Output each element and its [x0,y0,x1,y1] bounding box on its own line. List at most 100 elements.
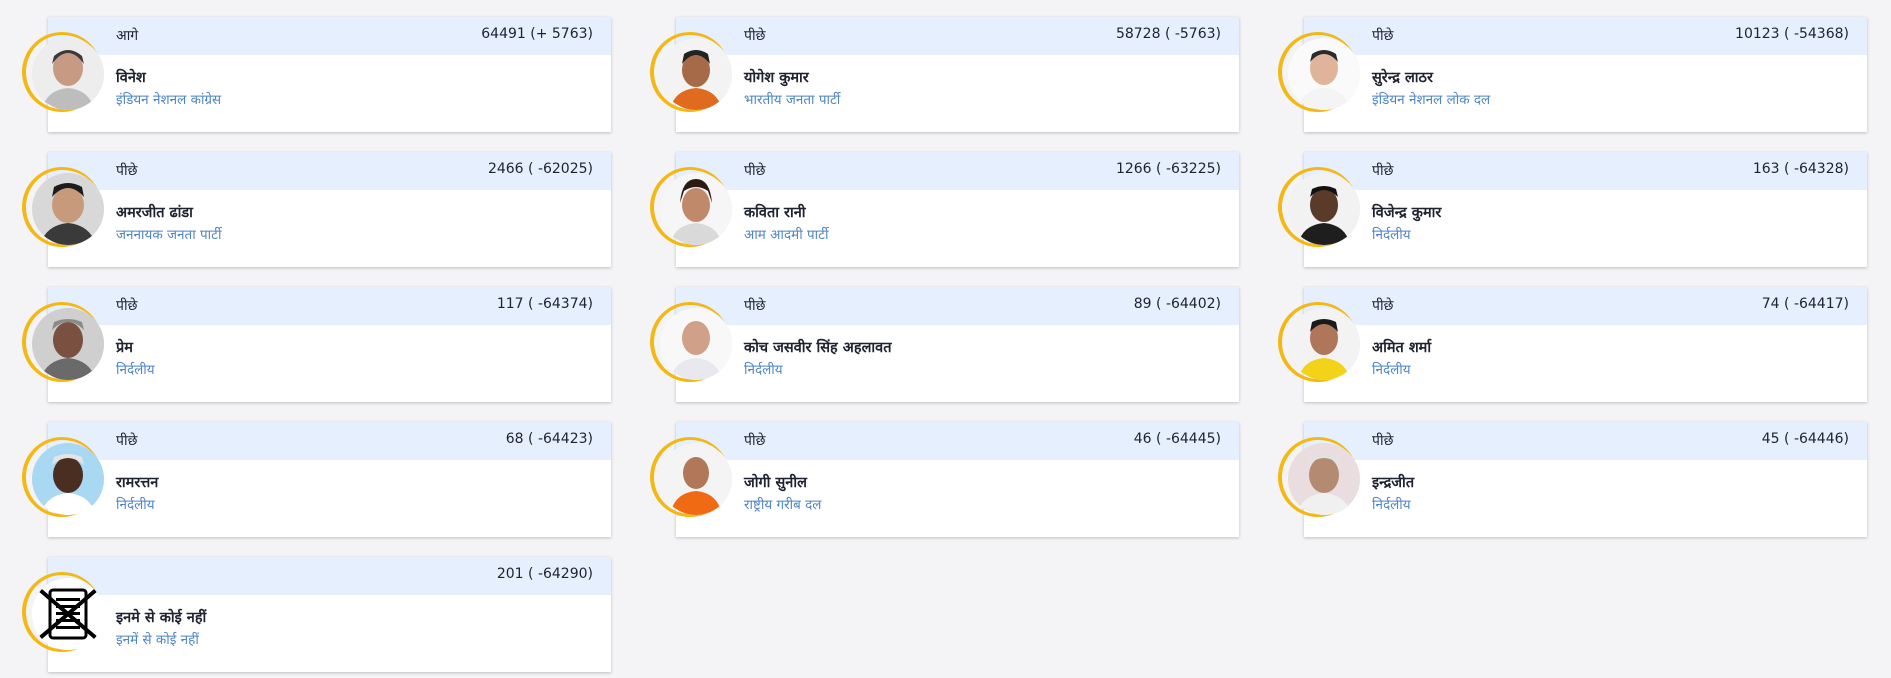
party-name: निर्दलीय [1372,497,1411,513]
candidate-photo [32,308,104,380]
candidate-photo [660,308,732,380]
candidate-photo [660,443,732,515]
candidate-name: सुरेन्द्र लाठर [1372,70,1433,86]
party-name: इंडियन नेशनल कांग्रेस [116,92,222,108]
party-name: राष्ट्रीय गरीब दल [744,497,822,513]
candidate-card[interactable]: पीछे 10123 ( -54368) सुरेन्द्र लाठर इंडि… [1268,17,1867,132]
status-label: पीछे [1372,163,1394,179]
candidate-grid: आगे 64491 (+ 5763) विनेश इंडियन नेशनल का… [0,0,1891,678]
candidate-name: रामरत्तन [116,475,159,491]
candidate-photo [1288,38,1360,110]
candidate-card[interactable]: पीछे 68 ( -64423) रामरत्तन निर्दलीय [12,422,611,537]
avatar-ring [650,167,732,247]
candidate-card[interactable]: आगे 64491 (+ 5763) विनेश इंडियन नेशनल का… [12,17,611,132]
candidate-card[interactable]: पीछे 163 ( -64328) विजेन्द्र कुमार निर्द… [1268,152,1867,267]
candidate-name: विजेन्द्र कुमार [1372,205,1442,221]
candidate-name: जोगी सुनील [744,475,807,491]
status-label: पीछे [1372,433,1394,449]
party-name: इंडियन नेशनल लोक दल [1372,92,1491,108]
status-label: पीछे [744,433,766,449]
candidate-card[interactable]: पीछे 117 ( -64374) प्रेम निर्दलीय [12,287,611,402]
candidate-photo [1288,443,1360,515]
candidate-name: योगेश कुमार [744,70,809,86]
card-body: पीछे 89 ( -64402) कोच जसवीर सिंह अहलावत … [676,287,1239,402]
avatar-ring [1278,437,1360,517]
card-body: पीछे 1266 ( -63225) कविता रानी आम आदमी प… [676,152,1239,267]
candidate-card[interactable]: पीछे 46 ( -64445) जोगी सुनील राष्ट्रीय ग… [640,422,1239,537]
candidate-photo [660,38,732,110]
candidate-card[interactable]: पीछे 89 ( -64402) कोच जसवीर सिंह अहलावत … [640,287,1239,402]
party-name: इनमें से कोई नहीं [116,632,199,648]
candidate-photo [32,38,104,110]
card-body: पीछे 58728 ( -5763) योगेश कुमार भारतीय ज… [676,17,1239,132]
candidate-photo [1288,173,1360,245]
vote-count: 58728 ( -5763) [1115,26,1221,42]
avatar-ring [1278,32,1360,112]
card-body: पीछे 117 ( -64374) प्रेम निर्दलीय [48,287,611,402]
card-body: पीछे 46 ( -64445) जोगी सुनील राष्ट्रीय ग… [676,422,1239,537]
vote-count: 64491 (+ 5763) [481,26,593,42]
vote-count: 163 ( -64328) [1752,161,1849,177]
party-name: निर्दलीय [1372,362,1411,378]
status-label: पीछे [116,298,138,314]
party-name: जननायक जनता पार्टी [116,227,222,243]
card-body: पीछे 2466 ( -62025) अमरजीत ढांडा जननायक … [48,152,611,267]
vote-count: 201 ( -64290) [496,566,593,582]
card-body: पीछे 163 ( -64328) विजेन्द्र कुमार निर्द… [1304,152,1867,267]
card-body: पीछे 45 ( -64446) इन्द्रजीत निर्दलीय [1304,422,1867,537]
status-label: पीछे [116,163,138,179]
party-name: निर्दलीय [1372,227,1411,243]
vote-count: 117 ( -64374) [496,296,593,312]
status-label: पीछे [1372,298,1394,314]
card-body: पीछे 10123 ( -54368) सुरेन्द्र लाठर इंडि… [1304,17,1867,132]
avatar-ring [22,167,104,247]
card-body: आगे 64491 (+ 5763) विनेश इंडियन नेशनल का… [48,17,611,132]
party-name: निर्दलीय [744,362,783,378]
avatar-ring [22,302,104,382]
vote-count: 2466 ( -62025) [487,161,593,177]
party-name: भारतीय जनता पार्टी [744,92,841,108]
candidate-name: इन्द्रजीत [1372,475,1415,491]
party-name: आम आदमी पार्टी [744,227,829,243]
status-label: पीछे [744,28,766,44]
candidate-name: इनमे से कोई नहीं [116,610,207,626]
avatar-ring [22,32,104,112]
party-name: निर्दलीय [116,497,155,513]
candidate-card[interactable]: पीछे 58728 ( -5763) योगेश कुमार भारतीय ज… [640,17,1239,132]
status-label: आगे [116,28,139,44]
card-body: 201 ( -64290) इनमे से कोई नहीं इनमें से … [48,557,611,672]
candidate-card[interactable]: 201 ( -64290) इनमे से कोई नहीं इनमें से … [12,557,611,672]
party-name: निर्दलीय [116,362,155,378]
candidate-photo [660,173,732,245]
avatar-ring [1278,302,1360,382]
avatar-ring [650,32,732,112]
candidate-name: कोच जसवीर सिंह अहलावत [744,340,892,356]
vote-count: 74 ( -64417) [1761,296,1849,312]
vote-count: 46 ( -64445) [1133,431,1221,447]
status-label: पीछे [744,163,766,179]
avatar-ring [650,302,732,382]
candidate-name: प्रेम [116,340,133,356]
candidate-card[interactable]: पीछे 74 ( -64417) अमित शर्मा निर्दलीय [1268,287,1867,402]
vote-count: 10123 ( -54368) [1735,26,1849,42]
candidate-name: अमित शर्मा [1372,340,1432,356]
vote-count: 89 ( -64402) [1133,296,1221,312]
candidate-name: कविता रानी [744,205,806,221]
status-label: पीछे [744,298,766,314]
card-body: पीछे 74 ( -64417) अमित शर्मा निर्दलीय [1304,287,1867,402]
candidate-card[interactable]: पीछे 45 ( -64446) इन्द्रजीत निर्दलीय [1268,422,1867,537]
candidate-card[interactable]: पीछे 2466 ( -62025) अमरजीत ढांडा जननायक … [12,152,611,267]
vote-count: 1266 ( -63225) [1115,161,1221,177]
candidate-photo [1288,308,1360,380]
candidate-card[interactable]: पीछे 1266 ( -63225) कविता रानी आम आदमी प… [640,152,1239,267]
status-label: पीछे [1372,28,1394,44]
avatar-ring [22,572,104,652]
avatar-ring [1278,167,1360,247]
vote-count: 45 ( -64446) [1761,431,1849,447]
candidate-name: विनेश [116,70,146,86]
nota-icon [32,578,104,650]
vote-count: 68 ( -64423) [505,431,593,447]
avatar-ring [22,437,104,517]
status-label: पीछे [116,433,138,449]
candidate-name: अमरजीत ढांडा [116,205,193,221]
